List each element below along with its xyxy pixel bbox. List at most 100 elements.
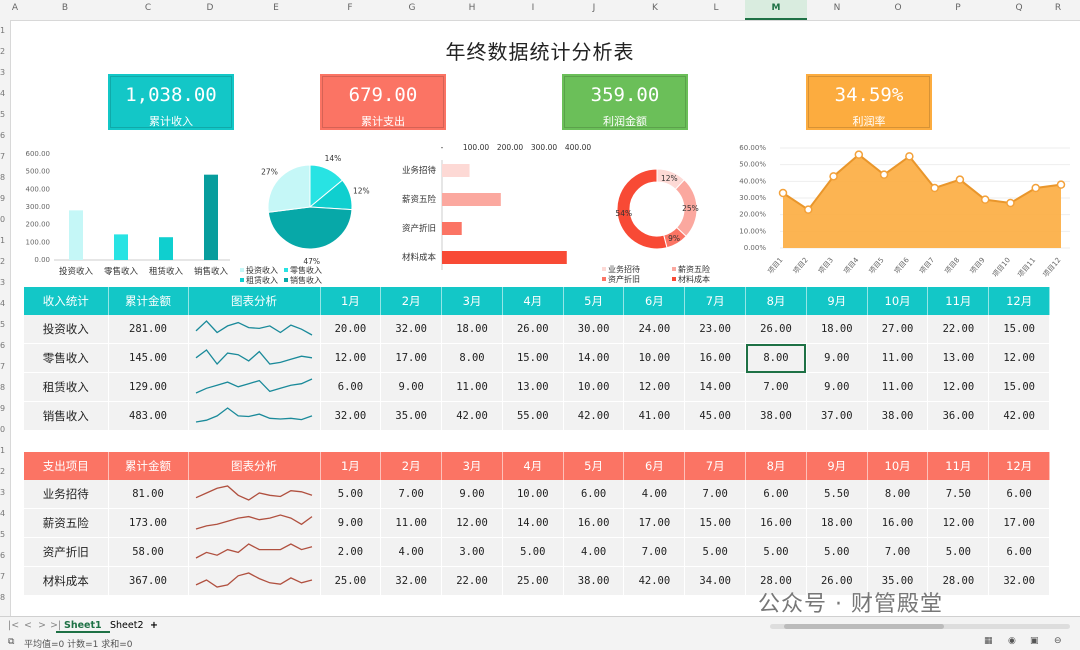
sparkline-cell[interactable] xyxy=(188,508,321,538)
sparkline-cell[interactable] xyxy=(188,343,321,373)
prev-sheet-icon[interactable]: < xyxy=(24,620,32,631)
column-header[interactable]: 2月 xyxy=(380,452,443,480)
month-value-cell[interactable]: 12.00 xyxy=(927,372,990,402)
column-header[interactable]: 1月 xyxy=(320,287,382,315)
column-letter[interactable]: O xyxy=(888,3,908,13)
column-header[interactable]: 6月 xyxy=(623,287,686,315)
column-header[interactable]: 10月 xyxy=(867,452,929,480)
month-value-cell[interactable]: 7.00 xyxy=(623,537,686,567)
column-header[interactable]: 累计金额 xyxy=(108,452,189,480)
column-header[interactable]: 4月 xyxy=(502,452,564,480)
month-value-cell[interactable]: 6.00 xyxy=(988,537,1051,567)
column-letter[interactable]: F xyxy=(340,3,360,13)
month-value-cell[interactable]: 34.00 xyxy=(684,566,747,596)
month-value-cell[interactable]: 42.00 xyxy=(623,566,686,596)
total-cell[interactable]: 367.00 xyxy=(108,566,189,596)
column-letter[interactable]: A xyxy=(5,3,25,13)
month-value-cell[interactable]: 17.00 xyxy=(988,508,1051,538)
month-value-cell[interactable]: 42.00 xyxy=(441,401,503,431)
kpi-card-profit[interactable]: 359.00 利润金额 xyxy=(562,74,688,130)
column-header[interactable]: 2月 xyxy=(380,287,443,315)
tab-sheet2[interactable]: Sheet2 xyxy=(102,620,152,631)
column-header[interactable]: 收入统计 xyxy=(24,287,109,315)
column-letter[interactable]: Q xyxy=(1009,3,1029,13)
column-letter[interactable]: M xyxy=(766,3,786,13)
month-value-cell[interactable]: 25.00 xyxy=(320,566,382,596)
column-letter[interactable]: L xyxy=(706,3,726,13)
row-name-cell[interactable]: 销售收入 xyxy=(24,401,109,431)
row-number[interactable]: 4 xyxy=(0,509,5,518)
column-header[interactable]: 9月 xyxy=(806,287,868,315)
month-value-cell[interactable]: 12.00 xyxy=(441,508,503,538)
row-number[interactable]: 0 xyxy=(0,425,5,434)
month-value-cell[interactable]: 36.00 xyxy=(927,401,990,431)
month-value-cell[interactable]: 12.00 xyxy=(988,343,1051,373)
column-header[interactable]: 7月 xyxy=(684,452,747,480)
row-number[interactable]: 7 xyxy=(0,362,5,371)
month-value-cell[interactable]: 30.00 xyxy=(563,315,625,344)
month-value-cell[interactable]: 18.00 xyxy=(806,315,868,344)
column-letter[interactable]: K xyxy=(645,3,665,13)
month-value-cell[interactable]: 7.00 xyxy=(684,480,747,509)
month-value-cell[interactable]: 16.00 xyxy=(563,508,625,538)
month-value-cell[interactable]: 4.00 xyxy=(563,537,625,567)
column-header[interactable]: 9月 xyxy=(806,452,868,480)
month-value-cell[interactable]: 6.00 xyxy=(745,480,807,509)
column-letter[interactable]: N xyxy=(827,3,847,13)
row-number[interactable]: 6 xyxy=(0,341,5,350)
month-value-cell[interactable]: 5.00 xyxy=(745,537,807,567)
month-value-cell[interactable]: 41.00 xyxy=(623,401,686,431)
add-sheet-button[interactable]: + xyxy=(150,620,158,631)
month-value-cell[interactable]: 10.00 xyxy=(502,480,564,509)
column-header[interactable]: 1月 xyxy=(320,452,382,480)
month-value-cell[interactable]: 4.00 xyxy=(380,537,443,567)
month-value-cell[interactable]: 15.00 xyxy=(988,372,1051,402)
row-number[interactable]: 3 xyxy=(0,68,5,77)
month-value-cell[interactable]: 4.00 xyxy=(623,480,686,509)
column-letter[interactable]: I xyxy=(523,3,543,13)
row-name-cell[interactable]: 租赁收入 xyxy=(24,372,109,402)
sparkline-cell[interactable] xyxy=(188,315,321,344)
kpi-card-expense[interactable]: 679.00 累计支出 xyxy=(320,74,446,130)
month-value-cell[interactable]: 7.00 xyxy=(380,480,443,509)
month-value-cell[interactable]: 32.00 xyxy=(320,401,382,431)
month-value-cell[interactable]: 27.00 xyxy=(867,315,929,344)
row-number[interactable]: 4 xyxy=(0,89,5,98)
total-cell[interactable]: 173.00 xyxy=(108,508,189,538)
month-value-cell[interactable]: 11.00 xyxy=(867,343,929,373)
month-value-cell[interactable]: 22.00 xyxy=(441,566,503,596)
sparkline-cell[interactable] xyxy=(188,566,321,596)
row-number[interactable]: 1 xyxy=(0,26,5,35)
month-value-cell[interactable]: 18.00 xyxy=(441,315,503,344)
month-value-cell[interactable]: 45.00 xyxy=(684,401,747,431)
row-number[interactable]: 5 xyxy=(0,320,5,329)
month-value-cell[interactable]: 9.00 xyxy=(806,372,868,402)
row-number[interactable]: 9 xyxy=(0,404,5,413)
scrollbar-thumb[interactable] xyxy=(784,624,944,629)
month-value-cell[interactable]: 23.00 xyxy=(684,315,747,344)
column-header[interactable]: 10月 xyxy=(867,287,929,315)
month-value-cell[interactable]: 22.00 xyxy=(927,315,990,344)
sparkline-cell[interactable] xyxy=(188,372,321,402)
month-value-cell[interactable]: 16.00 xyxy=(745,508,807,538)
row-number[interactable]: 5 xyxy=(0,530,5,539)
charts-area[interactable]: 0.00 100.00 200.00 300.00 400.00 500.00 600.00… xyxy=(0,140,1080,290)
month-value-cell[interactable]: 5.50 xyxy=(806,480,868,509)
month-value-cell[interactable]: 6.00 xyxy=(988,480,1051,509)
column-header[interactable]: 6月 xyxy=(623,452,686,480)
month-value-cell[interactable]: 13.00 xyxy=(502,372,564,402)
row-name-cell[interactable]: 资产折旧 xyxy=(24,537,109,567)
month-value-cell[interactable]: 13.00 xyxy=(927,343,990,373)
sparkline-cell[interactable] xyxy=(188,537,321,567)
row-name-cell[interactable]: 材料成本 xyxy=(24,566,109,596)
month-value-cell[interactable]: 26.00 xyxy=(502,315,564,344)
column-header[interactable]: 4月 xyxy=(502,287,564,315)
column-header[interactable]: 3月 xyxy=(441,452,503,480)
month-value-cell[interactable]: 37.00 xyxy=(806,401,868,431)
month-value-cell[interactable]: 8.00 xyxy=(745,343,807,373)
month-value-cell[interactable]: 6.00 xyxy=(563,480,625,509)
horizontal-scrollbar[interactable] xyxy=(770,624,1070,629)
month-value-cell[interactable]: 8.00 xyxy=(867,480,929,509)
month-value-cell[interactable]: 17.00 xyxy=(623,508,686,538)
column-header[interactable]: 支出项目 xyxy=(24,452,109,480)
